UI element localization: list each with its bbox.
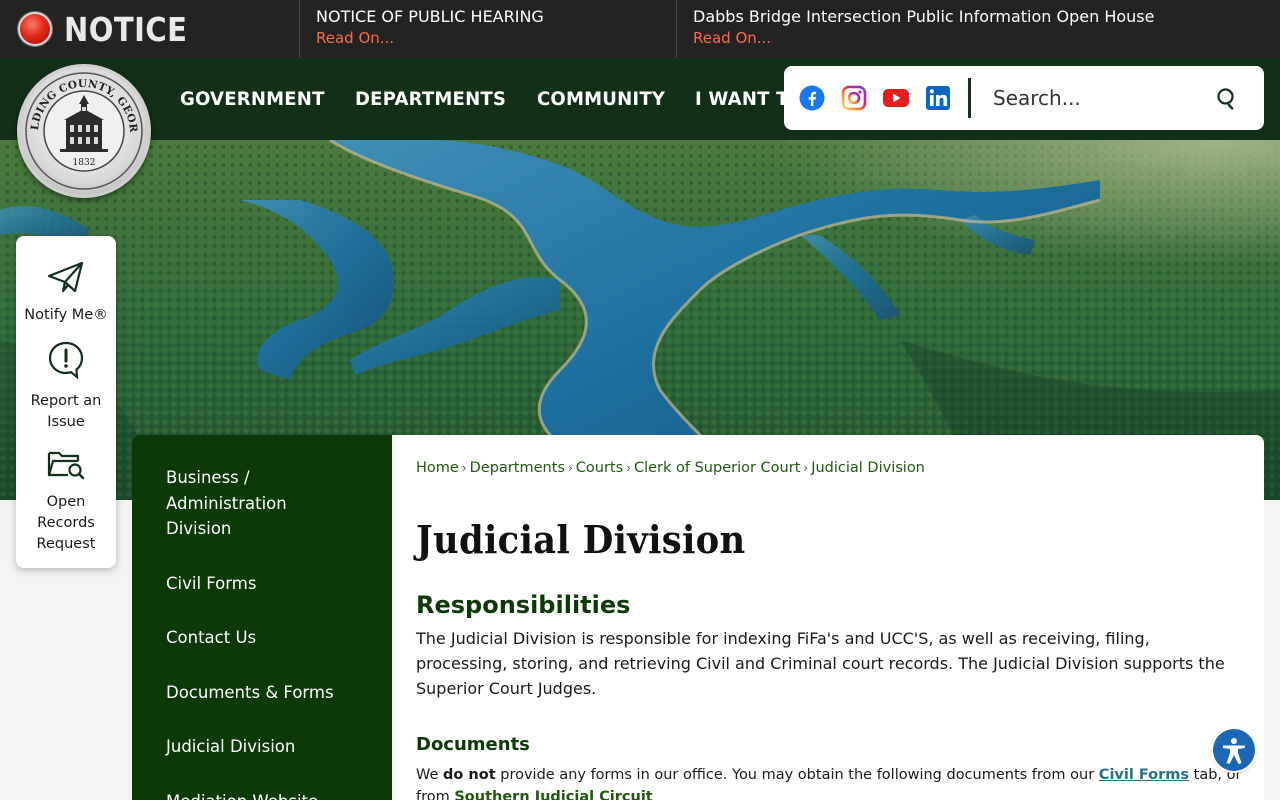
search-box xyxy=(784,66,1264,130)
nav-departments[interactable]: DEPARTMENTS xyxy=(355,88,506,110)
notice-item-title: Dabbs Bridge Intersection Public Informa… xyxy=(693,7,1155,26)
notice-title: NOTICE xyxy=(64,9,188,49)
nav-government[interactable]: GOVERNMENT xyxy=(180,88,325,110)
notice-item-title: NOTICE OF PUBLIC HEARING xyxy=(316,7,544,26)
sidenav-item-business-administration[interactable]: Business / Administration Division xyxy=(132,465,302,542)
section-heading-responsibilities: Responsibilities xyxy=(416,591,631,619)
notice-label: NOTICE xyxy=(0,0,300,58)
accessibility-icon[interactable] xyxy=(1213,729,1255,771)
sidenav-item-civil-forms[interactable]: Civil Forms xyxy=(132,571,392,597)
county-seal-logo[interactable]: PAULDING COUNTY, GEORGIA 1832 xyxy=(15,58,151,198)
breadcrumb-separator: › xyxy=(567,461,573,475)
search-input[interactable] xyxy=(993,86,1203,110)
paper-plane-icon xyxy=(16,260,116,301)
page-title: Judicial Division xyxy=(416,517,746,562)
quick-link-label: Notify Me® xyxy=(24,307,108,323)
folder-search-icon xyxy=(16,447,116,488)
svg-text:1832: 1832 xyxy=(73,158,96,168)
main-nav: GOVERNMENT DEPARTMENTS COMMUNITY I WANT … xyxy=(180,58,832,140)
southern-judicial-circuit-link[interactable]: Southern Judicial Circuit xyxy=(454,789,652,800)
alert-light-icon xyxy=(18,12,52,46)
notice-item: Dabbs Bridge Intersection Public Informa… xyxy=(677,0,1280,58)
read-on-link[interactable]: Read On... xyxy=(316,27,660,49)
breadcrumb-separator: › xyxy=(461,461,467,475)
site-header: GOVERNMENT DEPARTMENTS COMMUNITY I WANT … xyxy=(0,58,1280,140)
quick-link-report-issue[interactable]: Report an Issue xyxy=(16,340,116,433)
sidenav-item-documents-forms[interactable]: Documents & Forms xyxy=(132,680,392,706)
facebook-icon[interactable] xyxy=(798,84,826,112)
alert-icon xyxy=(16,340,116,387)
quick-link-label: Open Records Request xyxy=(36,494,96,552)
section-sidenav: Business / Administration Division Civil… xyxy=(132,435,392,800)
breadcrumb-home[interactable]: Home xyxy=(416,460,459,476)
notice-item: NOTICE OF PUBLIC HEARING Read On... xyxy=(300,0,677,58)
sidenav-item-mediation-website[interactable]: Mediation Website xyxy=(132,789,392,800)
read-on-link[interactable]: Read On... xyxy=(693,27,1264,49)
quick-link-notify-me[interactable]: Notify Me® xyxy=(16,260,116,326)
search-divider xyxy=(968,78,971,118)
nav-community[interactable]: COMMUNITY xyxy=(537,88,665,110)
breadcrumb-departments[interactable]: Departments xyxy=(470,460,565,476)
notice-bar: NOTICE NOTICE OF PUBLIC HEARING Read On.… xyxy=(0,0,1280,58)
quick-links-panel: Notify Me® Report an Issue Open Records … xyxy=(16,236,116,568)
documents-text: We do not provide any forms in our offic… xyxy=(416,764,1246,800)
sidenav-item-judicial-division[interactable]: Judicial Division xyxy=(132,734,392,760)
sidenav-item-contact-us[interactable]: Contact Us xyxy=(132,625,392,651)
main-content: Home › Departments › Courts › Clerk of Superio… xyxy=(392,435,1264,800)
section-heading-documents: Documents xyxy=(416,734,530,755)
breadcrumb-clerk-of-superior-court[interactable]: Clerk of Superior Court xyxy=(634,460,800,476)
instagram-icon[interactable] xyxy=(840,84,868,112)
search-icon[interactable] xyxy=(1211,82,1243,114)
youtube-icon[interactable] xyxy=(882,84,910,112)
linkedin-icon[interactable] xyxy=(924,84,952,112)
breadcrumb-separator: › xyxy=(626,461,631,475)
breadcrumb-separator: › xyxy=(803,461,809,475)
breadcrumb-judicial-division[interactable]: Judicial Division xyxy=(811,460,925,476)
breadcrumb: Home › Departments › Courts › Clerk of Superio… xyxy=(416,460,925,476)
responsibilities-text: The Judicial Division is responsible for… xyxy=(416,629,1225,698)
breadcrumb-courts[interactable]: Courts xyxy=(576,460,623,476)
quick-link-open-records[interactable]: Open Records Request xyxy=(16,447,116,555)
quick-link-label: Report an Issue xyxy=(30,393,102,430)
civil-forms-link[interactable]: Civil Forms xyxy=(1099,767,1189,783)
